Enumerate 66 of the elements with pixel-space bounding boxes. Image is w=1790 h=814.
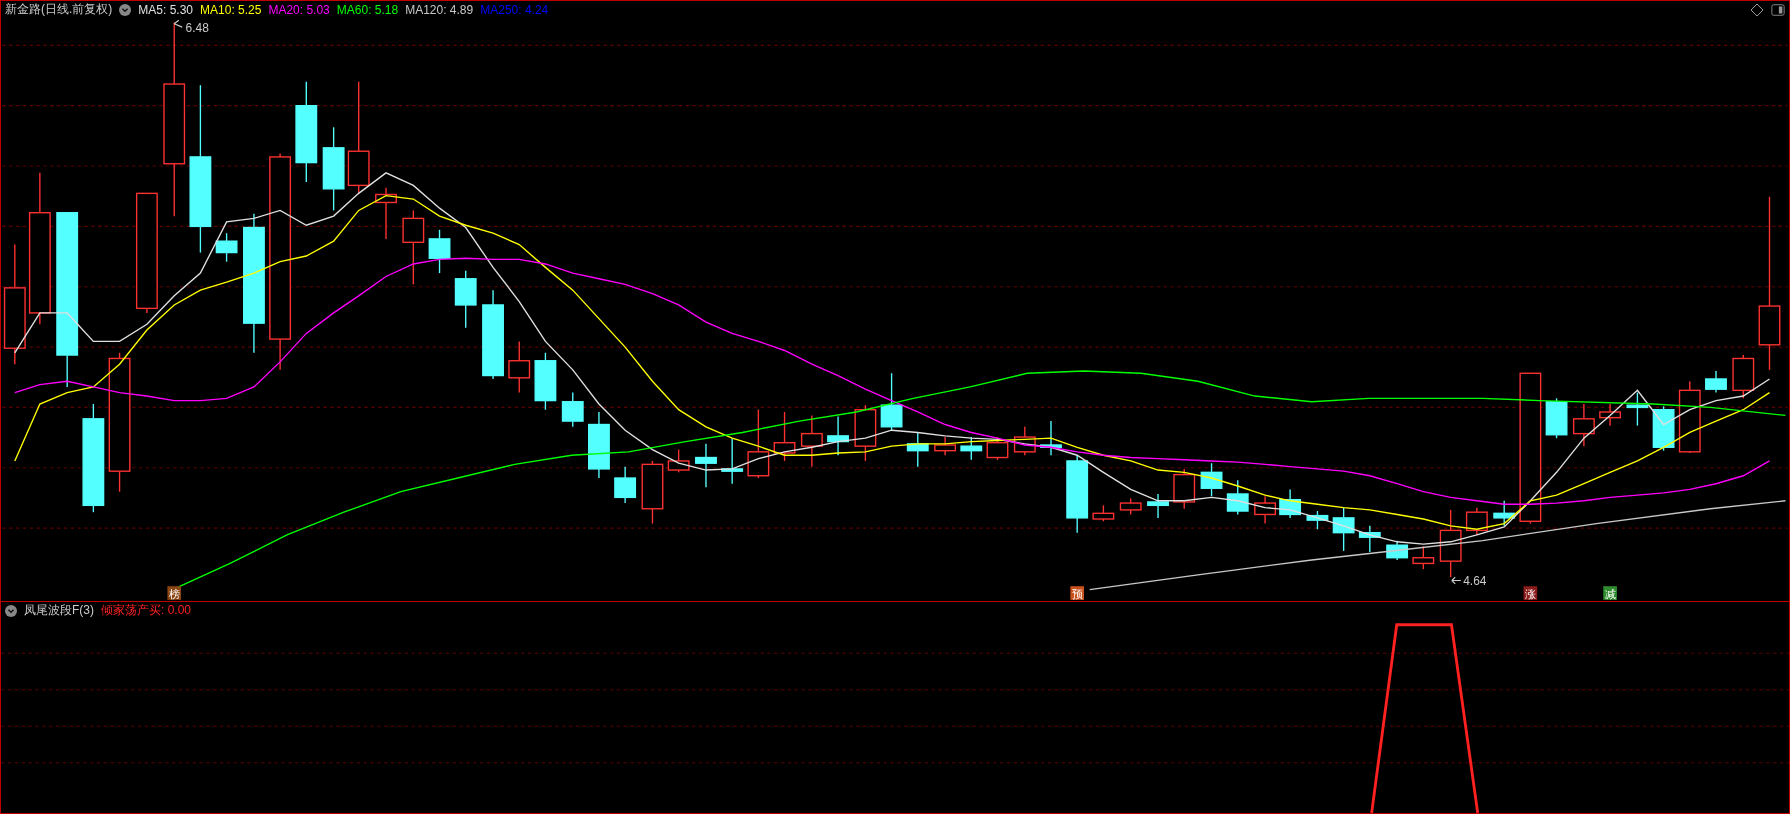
candlestick [960, 436, 983, 461]
indicator-value: MA120: 4.89 [405, 2, 474, 17]
candlestick [1332, 506, 1355, 552]
candlestick [1173, 468, 1196, 510]
candlestick [1465, 506, 1488, 536]
candlestick [454, 270, 477, 329]
candlestick [1306, 510, 1329, 530]
chart-title: 新金路(日线.前复权) [5, 1, 113, 18]
candlestick [1493, 500, 1516, 527]
price-label: 6.48 [173, 19, 209, 35]
candlestick [854, 404, 877, 462]
candlestick [1279, 488, 1302, 519]
candlestick [641, 460, 664, 525]
signal-tag: 预 [1070, 586, 1084, 601]
candlestick [1412, 545, 1435, 570]
candlestick [934, 436, 957, 456]
signal-tag: 榜 [167, 586, 182, 601]
candlestick [1599, 403, 1621, 427]
candlestick [1572, 403, 1595, 447]
candlestick [1226, 479, 1249, 516]
price-label: 4.64 [1451, 574, 1487, 589]
indicator-value: MA250: 4.24 [480, 2, 549, 17]
candlestick [906, 431, 929, 468]
candlestick [1386, 539, 1409, 561]
candlestick [800, 414, 823, 468]
candlestick [614, 465, 637, 504]
indicator-value: MA60: 5.18 [336, 2, 399, 17]
indicator-value: MA20: 5.03 [268, 2, 330, 17]
candlestick [773, 411, 796, 462]
candlestick [534, 352, 557, 411]
candlestick [1040, 420, 1062, 456]
dropdown-icon[interactable] [5, 604, 17, 617]
candlestick [1119, 497, 1142, 516]
candlestick [1732, 354, 1755, 399]
candlestick [827, 415, 849, 456]
candlestick [375, 186, 397, 240]
candlestick [1092, 504, 1115, 522]
indicator-title: 凤尾波段F(3) [24, 602, 94, 619]
panel-toggle-icon[interactable] [1771, 2, 1785, 17]
candlestick [1013, 426, 1036, 456]
candlestick [588, 411, 610, 479]
candlestick [1358, 525, 1381, 553]
candlestick [215, 232, 238, 263]
candlestick [1254, 495, 1276, 525]
candlestick [428, 229, 451, 274]
candlestick [1545, 397, 1568, 439]
diamond-icon[interactable] [1750, 2, 1764, 17]
candlestick [747, 409, 770, 479]
candlestick [561, 391, 584, 428]
signal-tag: 涨 [1523, 586, 1538, 601]
signal-tag: 减 [1603, 586, 1617, 601]
indicator-value: 倾家荡产买: 0.00 [101, 602, 192, 619]
dropdown-icon[interactable] [119, 3, 132, 16]
candlestick [1652, 405, 1675, 452]
candlestick [1147, 493, 1169, 519]
candlestick [1705, 370, 1727, 394]
candlestick [1439, 509, 1462, 578]
candlestick [695, 443, 717, 488]
indicator-value: MA10: 5.25 [200, 2, 262, 17]
candlestick [667, 448, 690, 473]
candlestick [508, 340, 531, 394]
candlestick [721, 437, 744, 485]
indicator-value: MA5: 5.30 [138, 2, 194, 17]
candlestick [880, 372, 903, 431]
candlestick [1626, 391, 1649, 427]
candlestick [1200, 462, 1223, 497]
